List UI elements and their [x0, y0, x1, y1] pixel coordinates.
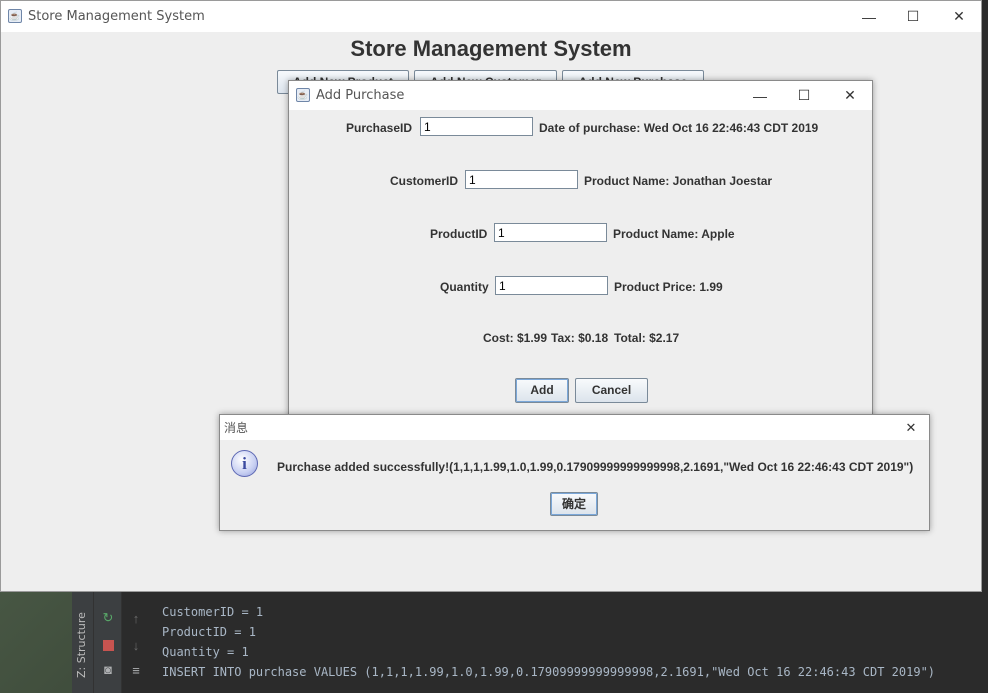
structure-tab[interactable]: Z: Structure	[75, 608, 91, 678]
product-price-label: Product Price: 1.99	[614, 280, 723, 294]
minimize-button[interactable]: —	[737, 81, 783, 110]
console-line: ProductID = 1	[162, 625, 256, 639]
minimize-button[interactable]: —	[846, 1, 892, 32]
console-output: CustomerID = 1 ProductID = 1 Quantity = …	[162, 602, 982, 682]
close-button[interactable]: ✕	[827, 81, 873, 110]
cost-label: Cost: $1.99	[483, 331, 548, 345]
camera-icon[interactable]: ◙	[100, 662, 116, 678]
message-dialog: 消息 ✕ i Purchase added successfully!(1,1,…	[219, 414, 930, 531]
add-button[interactable]: Add	[515, 378, 569, 403]
dialog-titlebar[interactable]: ☕ Add Purchase — ☐ ✕	[289, 81, 872, 110]
product-id-field[interactable]	[494, 223, 607, 242]
ide-side-bar: Z: Structure	[72, 592, 94, 693]
console-line: Quantity = 1	[162, 645, 249, 659]
maximize-button[interactable]: ☐	[781, 81, 827, 110]
purchase-id-label: PurchaseID	[346, 121, 413, 135]
customer-name-label: Product Name: Jonathan Joestar	[584, 174, 773, 188]
app-heading: Store Management System	[350, 36, 632, 61]
main-titlebar[interactable]: ☕ Store Management System — ☐ ✕	[1, 1, 981, 32]
maximize-button[interactable]: ☐	[890, 1, 936, 32]
date-of-purchase-label: Date of purchase: Wed Oct 16 22:46:43 CD…	[539, 121, 819, 135]
cancel-button[interactable]: Cancel	[575, 378, 648, 403]
message-titlebar[interactable]: 消息 ✕	[220, 415, 929, 440]
customer-id-label: CustomerID	[390, 174, 459, 188]
total-label: Total: $2.17	[614, 331, 680, 345]
wrap-icon[interactable]: ≡	[128, 662, 144, 678]
java-icon: ☕	[296, 88, 310, 102]
down-arrow-icon[interactable]: ↓	[128, 637, 144, 653]
ide-right-edge	[982, 0, 988, 693]
up-arrow-icon[interactable]: ↑	[128, 610, 144, 626]
tax-label: Tax: $0.18	[551, 331, 609, 345]
console-line: INSERT INTO purchase VALUES (1,1,1,1.99,…	[162, 665, 936, 679]
close-button[interactable]: ✕	[892, 415, 930, 440]
add-purchase-dialog: ☕ Add Purchase — ☐ ✕ PurchaseID Date of …	[288, 80, 873, 420]
message-title: 消息	[224, 421, 249, 435]
close-button[interactable]: ✕	[936, 1, 982, 32]
stop-icon[interactable]	[100, 637, 116, 653]
console-line: CustomerID = 1	[162, 605, 264, 619]
rerun-icon[interactable]: ↻	[100, 610, 116, 626]
ide-run-panel: Z: Structure ↻ ◙ ↑ ↓ ≡ CustomerID = 1 Pr…	[72, 592, 988, 693]
ok-button[interactable]: 确定	[550, 492, 598, 516]
quantity-label: Quantity	[440, 280, 489, 294]
customer-id-field[interactable]	[465, 170, 578, 189]
info-icon: i	[231, 450, 258, 477]
message-text: Purchase added successfully!(1,1,1,1.99,…	[277, 460, 914, 474]
product-id-label: ProductID	[430, 227, 488, 241]
dialog-title: Add Purchase	[316, 88, 405, 103]
main-window-title: Store Management System	[28, 9, 205, 24]
java-icon: ☕	[8, 9, 22, 23]
quantity-field[interactable]	[495, 276, 608, 295]
product-name-label: Product Name: Apple	[613, 227, 735, 241]
run-toolbar: ↻ ◙	[94, 592, 122, 693]
purchase-id-field[interactable]	[420, 117, 533, 136]
